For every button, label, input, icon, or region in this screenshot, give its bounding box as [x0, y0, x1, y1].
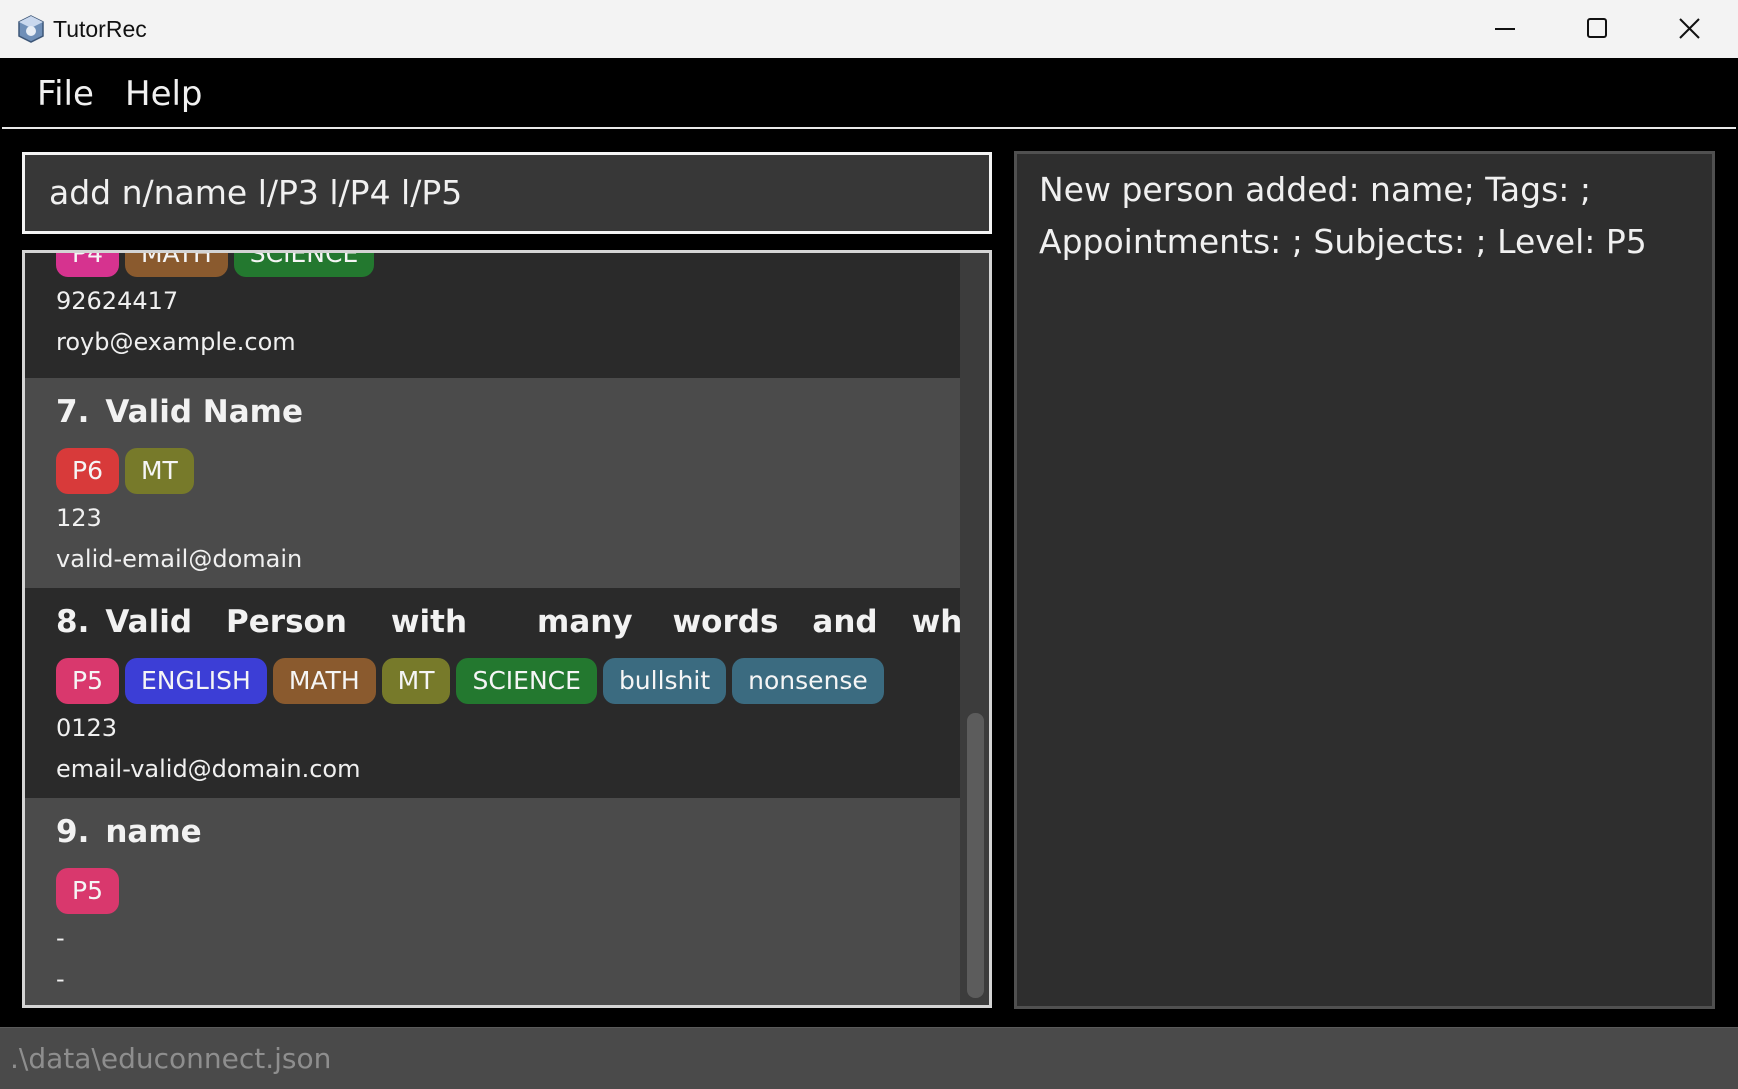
result-line: Appointments: ; Subjects: ; Level: P5: [1039, 222, 1647, 261]
name-word: many: [537, 604, 633, 640]
title-bar: TutorRec: [0, 0, 1738, 58]
person-card[interactable]: 9. name P5 - -: [25, 798, 960, 1005]
tag-list: P5: [56, 868, 125, 914]
name-word: and: [812, 604, 878, 640]
window-title: TutorRec: [53, 16, 147, 42]
tag-subject: SCIENCE: [233, 253, 375, 277]
menu-file[interactable]: File: [37, 74, 94, 114]
person-name: 8. Valid Person with many words and whites...: [56, 604, 960, 640]
person-email: -: [56, 965, 65, 993]
person-card[interactable]: 7. Valid Name P6 MT 123 valid-email@domain: [25, 378, 960, 588]
app-icon: [16, 14, 46, 44]
result-line: New person added: name; Tags: ;: [1039, 170, 1592, 209]
tag-list: P6 MT: [56, 448, 200, 494]
status-bar: .\data\educonnect.json: [0, 1027, 1738, 1089]
tag-subject: MATH: [124, 253, 228, 277]
save-file-path: .\data\educonnect.json: [10, 1042, 332, 1075]
tag-subject: MT: [124, 448, 194, 494]
result-display: New person added: name; Tags: ; Appointm…: [1014, 151, 1715, 1009]
person-email: valid-email@domain: [56, 545, 303, 573]
minimize-button[interactable]: [1460, 0, 1552, 58]
name-word: Person: [226, 604, 347, 640]
person-name: 9. name: [56, 814, 202, 850]
tag-list: P4 MATH SCIENCE: [56, 253, 380, 277]
tag-subject: ENGLISH: [124, 658, 267, 704]
person-email: royb@example.com: [56, 328, 296, 356]
person-phone: -: [56, 924, 65, 952]
tag-subject: MATH: [272, 658, 376, 704]
name-word: whites...: [911, 604, 960, 640]
person-list-panel[interactable]: P4 MATH SCIENCE 92624417 royb@example.com …: [22, 250, 992, 1008]
tag-custom: nonsense: [732, 658, 884, 704]
menu-help[interactable]: Help: [125, 74, 203, 114]
person-index: 8.: [56, 604, 90, 640]
person-phone: 0123: [56, 714, 118, 742]
menu-bar: File Help: [2, 58, 1736, 129]
tag-subject: SCIENCE: [456, 658, 597, 704]
name-word: Valid: [105, 604, 193, 640]
tag-level: P6: [56, 448, 119, 494]
person-phone: 123: [56, 504, 102, 532]
person-name-text: Valid Name: [105, 394, 303, 430]
name-word: with: [390, 604, 468, 640]
close-icon: [1679, 18, 1700, 39]
scrollbar-thumb[interactable]: [967, 713, 984, 998]
person-name: 7. Valid Name: [56, 394, 303, 430]
tag-subject: MT: [381, 658, 451, 704]
list-scrollbar[interactable]: [960, 253, 989, 1005]
maximize-button[interactable]: [1552, 0, 1644, 58]
person-phone: 92624417: [56, 287, 179, 315]
tag-custom: bullshit: [602, 658, 727, 704]
tag-level: P5: [56, 868, 119, 914]
person-list: P4 MATH SCIENCE 92624417 royb@example.com …: [25, 253, 960, 1005]
tag-list: P5 ENGLISH MATH MT SCIENCE bullshit nonsense: [56, 658, 890, 704]
maximize-icon: [1587, 18, 1607, 38]
person-index: 7.: [56, 394, 90, 430]
minimize-icon: [1495, 28, 1515, 30]
close-button[interactable]: [1644, 0, 1736, 58]
command-input[interactable]: add n/name l/P3 l/P4 l/P5: [22, 152, 992, 234]
tag-level: P5: [56, 658, 119, 704]
person-index: 9.: [56, 814, 90, 850]
person-email: email-valid@domain.com: [56, 755, 361, 783]
name-word: words: [672, 604, 779, 640]
person-card[interactable]: 8. Valid Person with many words and whites... P…: [25, 588, 960, 798]
app-window: TutorRec File Help add n/name l/P3 l/P4 …: [0, 0, 1738, 1089]
person-name-text: name: [105, 814, 202, 850]
tag-level: P4: [56, 253, 119, 277]
